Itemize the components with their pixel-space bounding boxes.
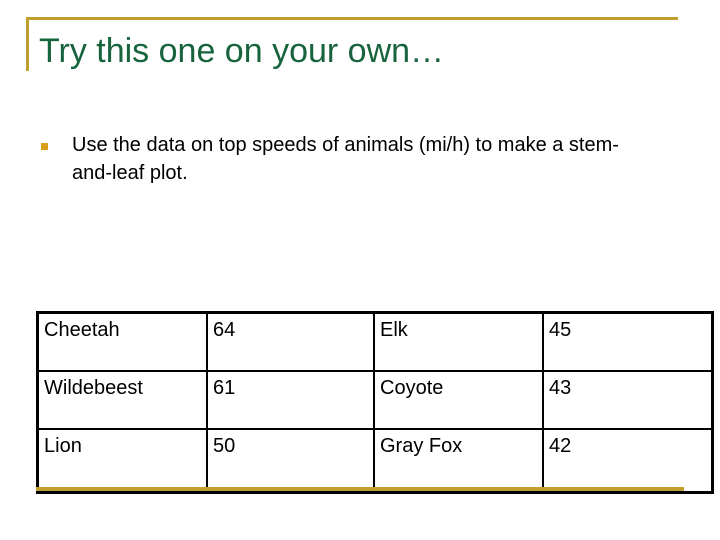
square-bullet-icon <box>41 143 48 150</box>
title-accent-rule-top <box>26 17 678 20</box>
cell-animal-speed: 64 <box>206 311 375 372</box>
cell-animal-name: Wildebeest <box>36 370 208 430</box>
cell-animal-name: Cheetah <box>36 311 208 372</box>
table-row: Cheetah 64 Elk 45 <box>36 311 714 372</box>
cell-animal-speed: 45 <box>542 311 714 372</box>
table-row: Lion 50 Gray Fox 42 <box>36 428 714 494</box>
data-table: Cheetah 64 Elk 45 Wildebeest 61 Coyote 4… <box>36 311 714 494</box>
cell-animal-name: Coyote <box>373 370 544 430</box>
footer-accent-rule <box>36 487 684 491</box>
slide-title: Try this one on your own… <box>39 32 445 70</box>
title-accent-rule-left <box>26 17 29 71</box>
animal-speed-table: Cheetah 64 Elk 45 Wildebeest 61 Coyote 4… <box>36 311 714 494</box>
bullet-item-label: Use the data on top speeds of animals (m… <box>72 134 619 184</box>
bullet-list-item: Use the data on top speeds of animals (m… <box>38 131 678 187</box>
table-row: Wildebeest 61 Coyote 43 <box>36 370 714 430</box>
slide-canvas: Try this one on your own… Use the data o… <box>0 0 720 540</box>
cell-animal-speed: 42 <box>542 428 714 494</box>
cell-animal-name: Gray Fox <box>373 428 544 494</box>
cell-animal-speed: 43 <box>542 370 714 430</box>
cell-animal-name: Elk <box>373 311 544 372</box>
cell-animal-speed: 50 <box>206 428 375 494</box>
cell-animal-speed: 61 <box>206 370 375 430</box>
cell-animal-name: Lion <box>36 428 208 494</box>
body-content: Use the data on top speeds of animals (m… <box>38 131 678 187</box>
